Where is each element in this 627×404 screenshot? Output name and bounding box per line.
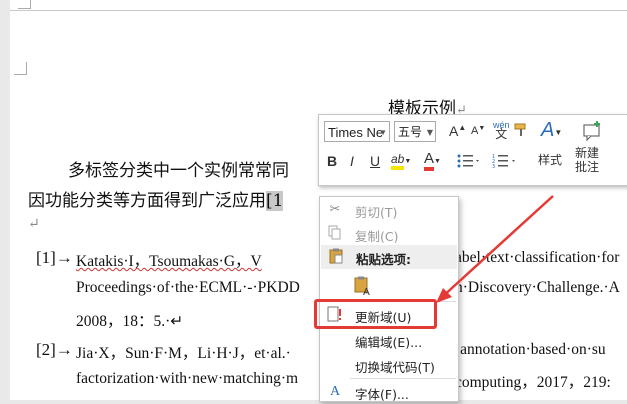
red-arrow-annotation <box>436 195 554 303</box>
